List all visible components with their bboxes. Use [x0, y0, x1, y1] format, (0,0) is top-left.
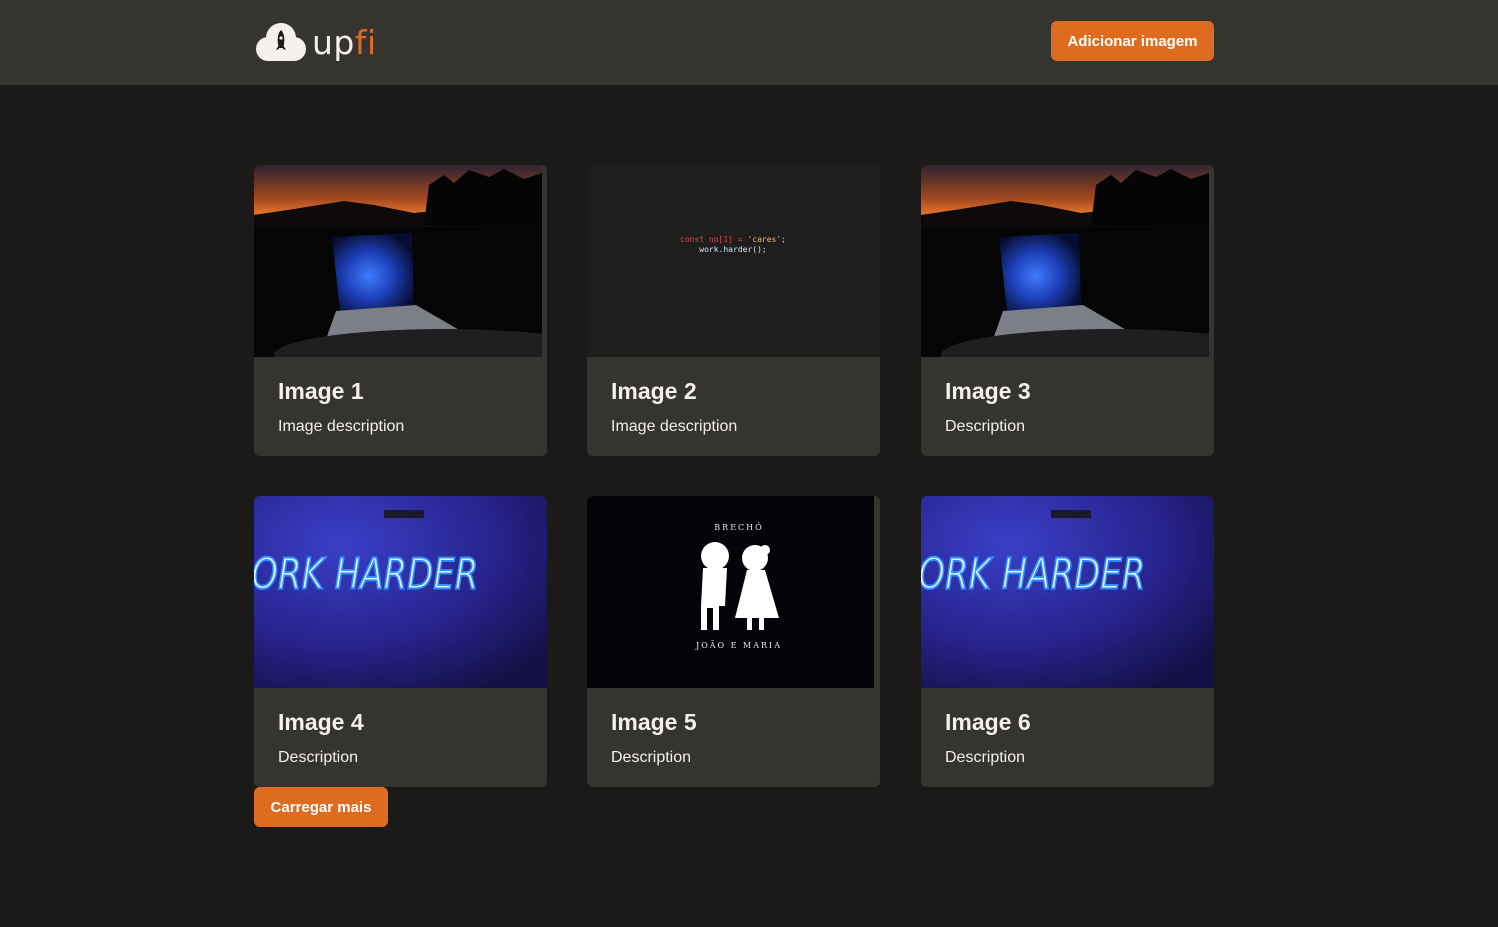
- card-description: Description: [945, 749, 1026, 766]
- image-card[interactable]: WORK HARDER Image 4 Description: [254, 496, 547, 787]
- logo-text: upfi: [312, 26, 377, 59]
- brecho-text: BRECHÓ: [714, 523, 763, 532]
- cloud-rocket-icon: [256, 23, 306, 61]
- code-line-1-b: 'cares': [747, 235, 781, 244]
- image-card[interactable]: const no[1] = 'cares'; work.harder(); Im…: [587, 165, 880, 456]
- logo-text-up: up: [312, 22, 355, 62]
- card-image-laptop-sunset[interactable]: [921, 165, 1209, 357]
- add-image-button[interactable]: Adicionar imagem: [1051, 21, 1214, 61]
- card-title: Image 5: [611, 709, 697, 735]
- neon-sign-text: WORK HARDER: [921, 550, 1145, 600]
- code-line-2: work.harder();: [699, 245, 766, 254]
- card-title: Image 1: [278, 378, 364, 404]
- card-description: Image description: [278, 418, 405, 435]
- card-description: Description: [278, 749, 359, 766]
- card-image-code-snippet[interactable]: const no[1] = 'cares'; work.harder();: [587, 165, 880, 357]
- code-line-1-a: const no[1] =: [680, 235, 747, 244]
- card-image-laptop-sunset[interactable]: [254, 165, 542, 357]
- upfi-logo[interactable]: upfi: [254, 20, 384, 64]
- load-more-button[interactable]: Carregar mais: [254, 787, 388, 827]
- image-card[interactable]: Image 1 Image description: [254, 165, 547, 456]
- card-description: Image description: [611, 418, 738, 435]
- image-card[interactable]: BRECHÓ JOÃO E MARIA Image 5 Description: [587, 496, 880, 787]
- card-title: Image 3: [945, 378, 1031, 404]
- card-description: Description: [945, 418, 1026, 435]
- card-image-neon-work-harder[interactable]: WORK HARDER: [921, 496, 1214, 688]
- card-description: Description: [611, 749, 692, 766]
- image-card[interactable]: WORK HARDER Image 6 Description: [921, 496, 1214, 787]
- card-image-neon-work-harder[interactable]: WORK HARDER: [254, 496, 547, 688]
- code-line-1: const no[1] = 'cares';: [680, 235, 786, 244]
- card-title: Image 6: [945, 709, 1031, 735]
- joao-e-maria-text: JOÃO E MARIA: [695, 641, 782, 650]
- code-line-1-c: ;: [781, 235, 786, 244]
- neon-sign-text: WORK HARDER: [254, 550, 478, 600]
- card-image-joao-e-maria-logo[interactable]: BRECHÓ JOÃO E MARIA: [587, 496, 874, 688]
- logo-text-fi: fi: [354, 22, 377, 62]
- top-bar: upfi Adicionar imagem: [0, 0, 1498, 85]
- image-card[interactable]: Image 3 Description: [921, 165, 1214, 456]
- card-title: Image 4: [278, 709, 364, 735]
- card-title: Image 2: [611, 378, 697, 404]
